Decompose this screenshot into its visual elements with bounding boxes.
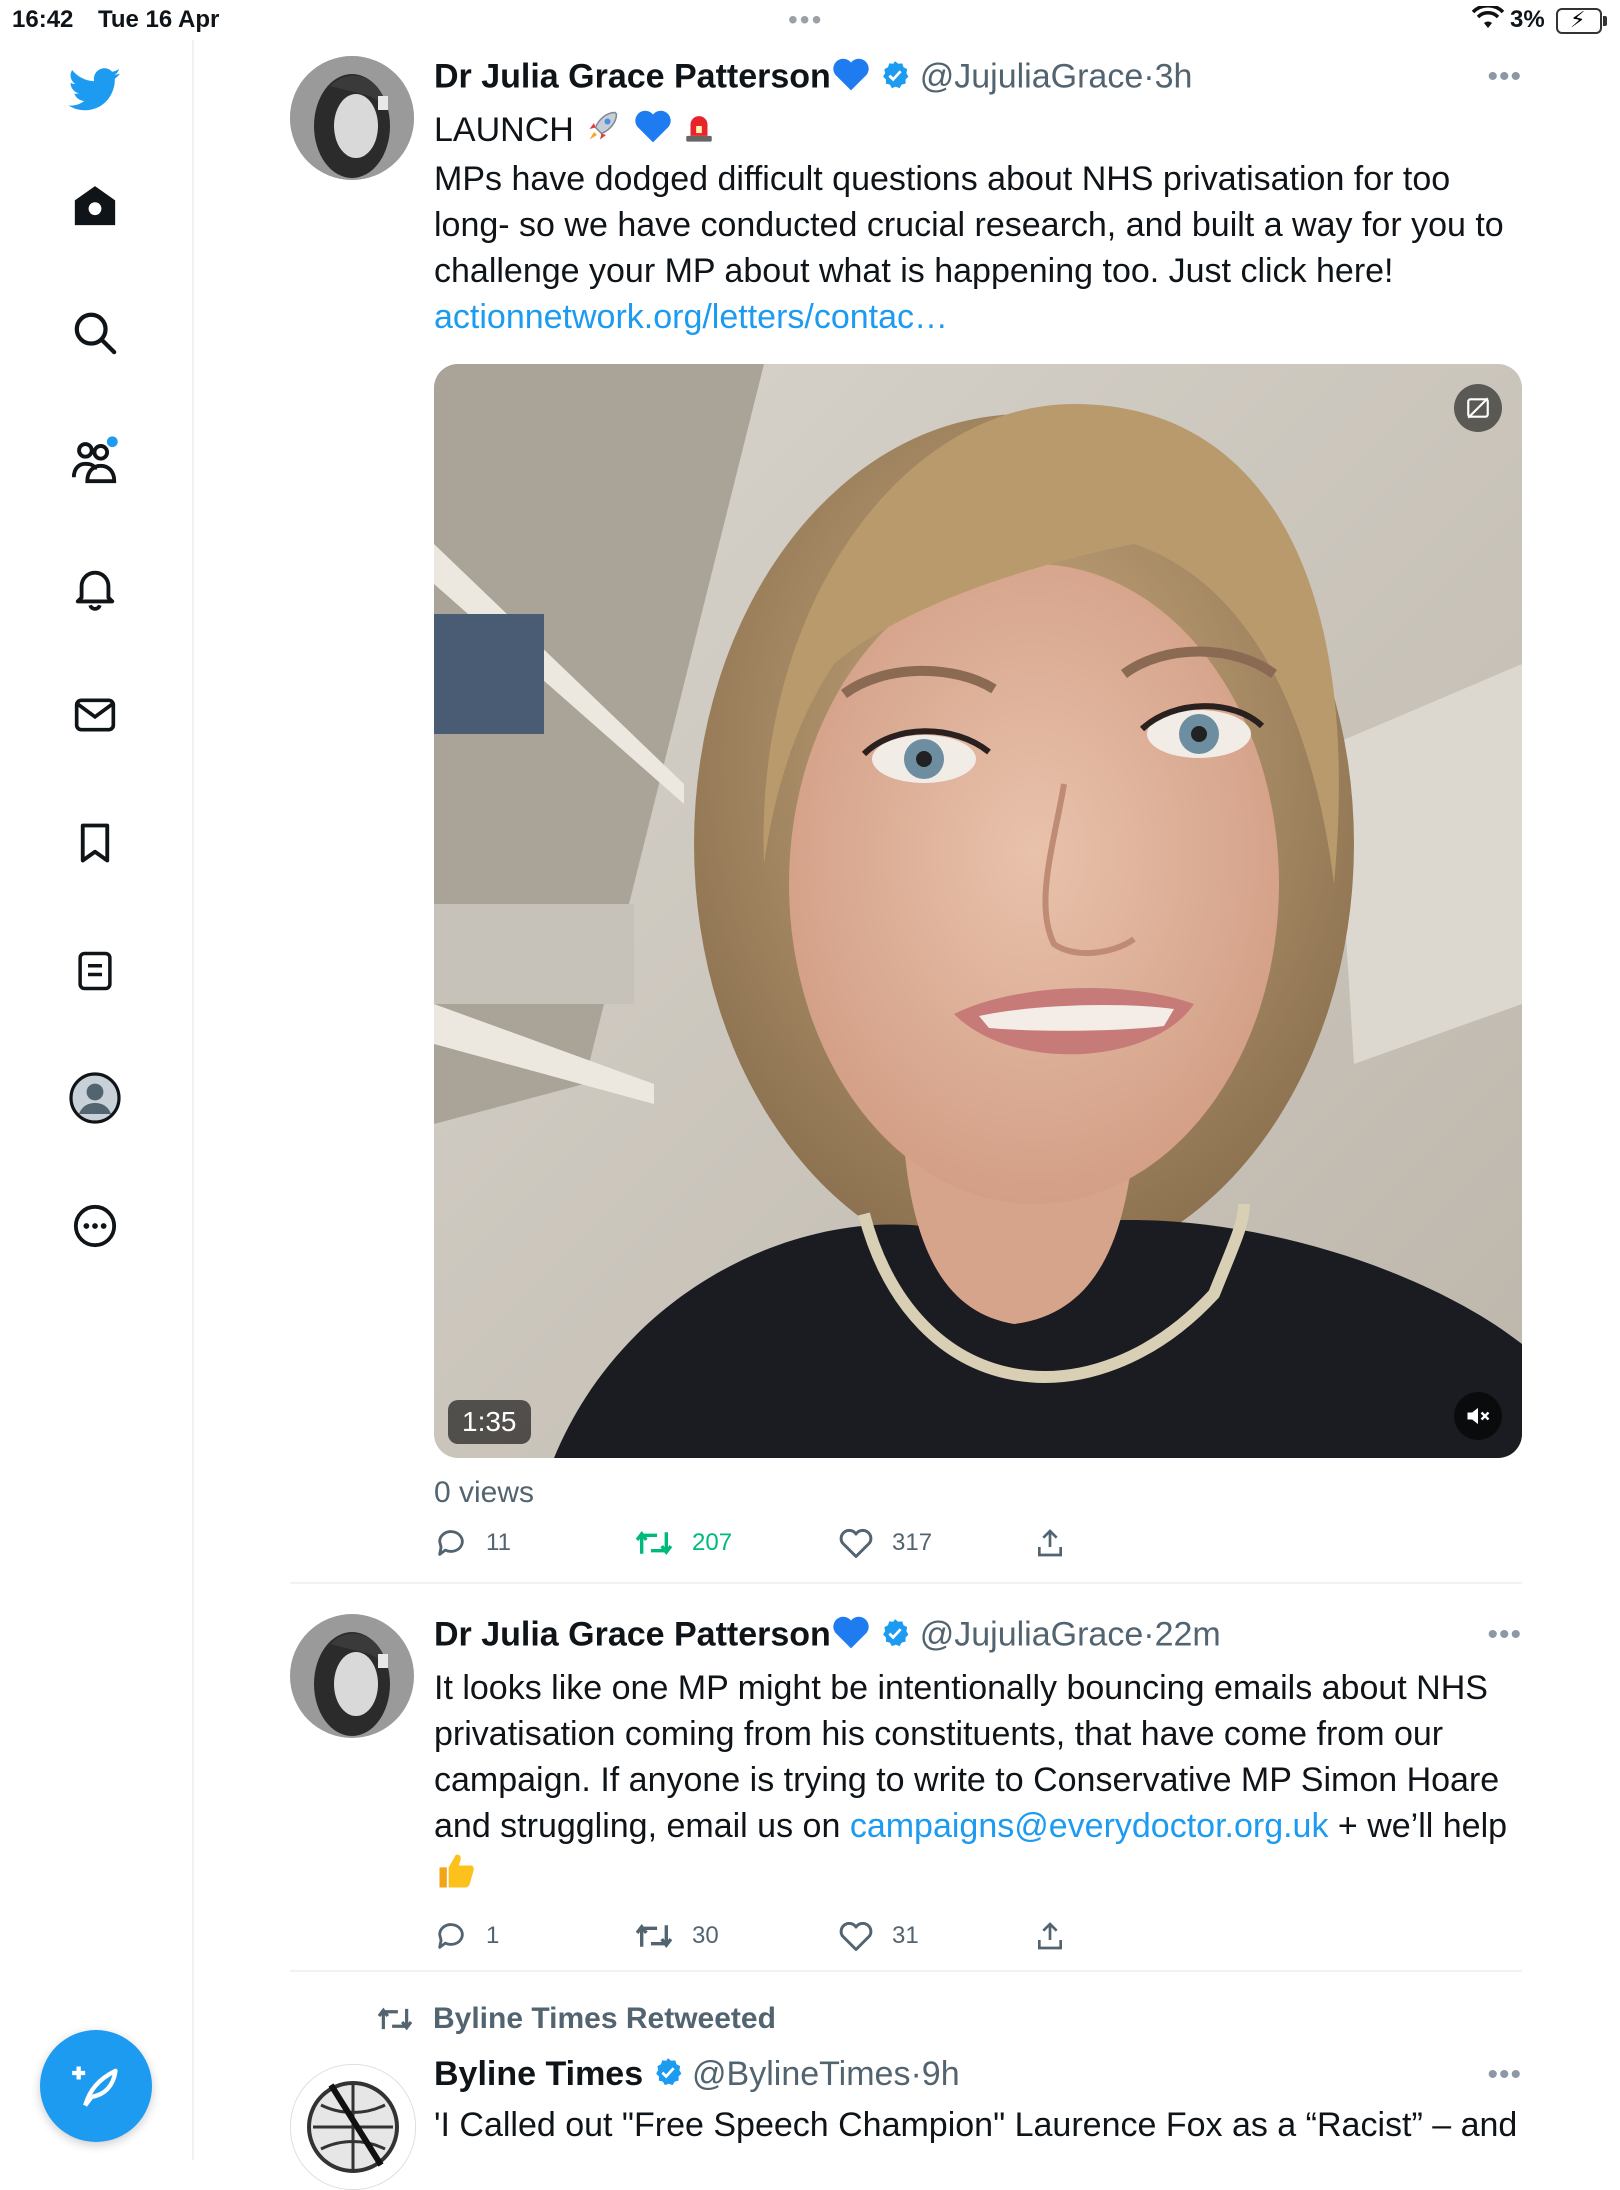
- video-frame: [434, 364, 1522, 1459]
- more-options-icon[interactable]: [65, 1196, 125, 1256]
- tweet-timestamp[interactable]: 22m: [1155, 1615, 1221, 1653]
- battery-percent: 3%: [1510, 6, 1545, 33]
- status-bar: 16:42 Tue 16 Apr ••• 3% ⚡: [0, 0, 1620, 40]
- author-name[interactable]: Byline Times: [434, 2055, 643, 2093]
- retweeted-by-label[interactable]: Byline Times Retweeted: [375, 2002, 776, 2036]
- tweet-divider: [290, 1582, 1522, 1584]
- reply-count: 11: [486, 1529, 511, 1557]
- reply-button[interactable]: 1: [434, 1919, 499, 1953]
- profile-avatar-icon[interactable]: [65, 1068, 125, 1128]
- wifi-icon: [1471, 4, 1505, 35]
- bookmarks-icon[interactable]: [65, 813, 125, 873]
- tweet-text: It looks like one MP might be intentiona…: [434, 1665, 1522, 1905]
- share-icon: [1038, 1922, 1062, 1950]
- separator-dot: ·: [1143, 57, 1155, 96]
- retweet-icon: [635, 1923, 673, 1949]
- tweet-actions: 11 207 317: [434, 1526, 1522, 1586]
- verified-badge-icon: [653, 2056, 683, 2096]
- home-icon[interactable]: [65, 175, 125, 235]
- tweet-divider: [290, 1970, 1522, 1972]
- battery-icon: ⚡: [1556, 7, 1607, 34]
- author-handle[interactable]: @JujuliaGrace: [920, 1615, 1144, 1653]
- separator-dot: ·: [910, 2055, 922, 2093]
- retweet-count: 207: [692, 1529, 733, 1557]
- verified-badge-icon: [880, 1617, 910, 1657]
- video-player[interactable]: 1:35: [434, 364, 1522, 1459]
- author-handle[interactable]: @BylineTimes: [692, 2055, 910, 2093]
- twitter-logo-icon[interactable]: [65, 60, 125, 120]
- reply-icon: [438, 1530, 464, 1556]
- media-settings-icon[interactable]: [1454, 384, 1502, 433]
- like-count: 31: [892, 1922, 919, 1949]
- feather-plus-icon: [72, 2066, 118, 2107]
- tweet-launch-line: LAUNCH: [434, 111, 574, 149]
- rotating-light-siren-icon: [682, 108, 716, 156]
- lists-icon[interactable]: [65, 941, 125, 1001]
- heart-icon: [839, 1528, 873, 1559]
- notifications-bell-icon[interactable]: [65, 558, 125, 618]
- tweet[interactable]: Dr Julia Grace Patterson @JujuliaGrace·2…: [290, 1614, 1522, 1984]
- messages-envelope-icon[interactable]: [65, 685, 125, 745]
- tweet-body-text-end: + we’ll help: [1328, 1807, 1508, 1845]
- view-count: 0 views: [434, 1476, 535, 1510]
- reply-count: 1: [486, 1922, 500, 1949]
- blue-heart-icon: [831, 56, 871, 101]
- like-button[interactable]: 317: [838, 1526, 932, 1560]
- mute-toggle-icon[interactable]: [1454, 1392, 1502, 1441]
- email-link[interactable]: campaigns@everydoctor.org.uk: [850, 1807, 1329, 1845]
- retweet-icon: [377, 2007, 413, 2031]
- tweet-timestamp[interactable]: 9h: [922, 2055, 960, 2093]
- tweet[interactable]: Dr Julia Grace Patterson @JujuliaGrace·3…: [290, 56, 1522, 1586]
- tweet-body-text: 'I Called out "Free Speech Champion" Lau…: [434, 2106, 1518, 2145]
- tweet-more-icon[interactable]: •••: [1487, 1618, 1522, 1652]
- retweet-button[interactable]: 30: [634, 1919, 719, 1953]
- share-button[interactable]: [1034, 1919, 1084, 1953]
- compose-tweet-button[interactable]: [40, 2030, 152, 2142]
- blue-heart-icon: [633, 108, 673, 156]
- tweet-more-icon[interactable]: •••: [1487, 2058, 1522, 2092]
- video-duration: 1:35: [448, 1400, 531, 1445]
- author-avatar[interactable]: [290, 56, 414, 180]
- verified-badge-icon: [880, 59, 910, 99]
- like-button[interactable]: 31: [838, 1919, 919, 1953]
- author-handle[interactable]: @JujuliaGrace: [920, 57, 1144, 95]
- reply-button[interactable]: 11: [434, 1526, 511, 1560]
- thumbs-up-icon: [434, 1849, 478, 1905]
- sidebar-nav: [0, 40, 194, 2160]
- tweet[interactable]: Byline Times @BylineTimes·9h ••• 'I Call…: [290, 2054, 1522, 2190]
- like-count: 317: [892, 1529, 933, 1557]
- retweeted-by-text: Byline Times Retweeted: [433, 2002, 776, 2035]
- author-name[interactable]: Dr Julia Grace Patterson: [434, 1615, 831, 1653]
- status-time: 16:42: [12, 6, 74, 33]
- author-avatar[interactable]: [290, 1614, 414, 1738]
- share-icon: [1038, 1529, 1062, 1557]
- blue-heart-icon: [831, 1614, 871, 1659]
- tweet-text: LAUNCH MPs have dodged difficult questio…: [434, 107, 1522, 340]
- tweet-header: Dr Julia Grace Patterson @JujuliaGrace·2…: [434, 1614, 1522, 1659]
- separator-dot: ·: [1143, 1615, 1155, 1654]
- rocket-icon: [583, 108, 623, 156]
- communities-icon[interactable]: [65, 430, 125, 490]
- tweet-more-icon[interactable]: •••: [1487, 60, 1522, 94]
- status-date: Tue 16 Apr: [98, 6, 220, 33]
- multitask-dots-icon[interactable]: •••: [788, 4, 823, 36]
- tweet-timestamp[interactable]: 3h: [1155, 57, 1193, 95]
- search-icon[interactable]: [65, 303, 125, 363]
- retweet-count: 30: [692, 1922, 719, 1949]
- share-button[interactable]: [1034, 1526, 1084, 1560]
- author-avatar[interactable]: [290, 2064, 416, 2190]
- heart-icon: [839, 1921, 873, 1951]
- reply-icon: [438, 1923, 464, 1949]
- retweet-button[interactable]: 207: [634, 1526, 732, 1560]
- tweet-link[interactable]: actionnetwork.org/letters/contac…: [434, 294, 1522, 340]
- tweet-body-text: MPs have dodged difficult questions abou…: [434, 160, 1504, 291]
- retweet-icon: [635, 1530, 673, 1556]
- tweet-header: Dr Julia Grace Patterson @JujuliaGrace·3…: [434, 56, 1522, 101]
- tweet-header: Byline Times @BylineTimes·9h: [434, 2054, 1522, 2096]
- author-name[interactable]: Dr Julia Grace Patterson: [434, 57, 831, 95]
